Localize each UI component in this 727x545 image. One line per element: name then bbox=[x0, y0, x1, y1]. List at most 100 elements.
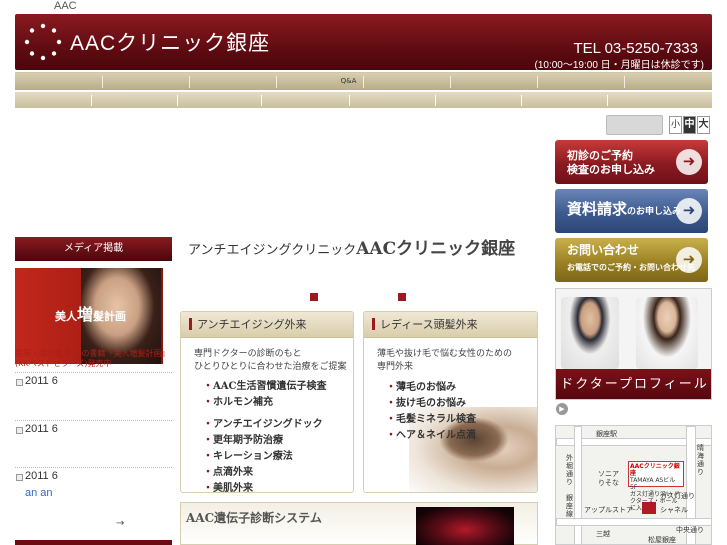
anti-aging-desc-line: 専門ドクターの診断のもと bbox=[194, 349, 302, 359]
phone-number: TEL 03-5250-7333 bbox=[573, 40, 698, 57]
contact-button[interactable]: お問い合わせ お電話でのご予約・お問い合わせ先 ➜ bbox=[555, 238, 708, 282]
map-label-matsuya: 松屋銀座 bbox=[648, 536, 676, 544]
map-label-station: 銀座駅 bbox=[596, 430, 617, 438]
reservation-button[interactable]: 初診のご予約 検査のお申し込み ➜ bbox=[555, 140, 708, 184]
map-note: ガス灯通り沿い ドクターズ・ホールに入口 bbox=[630, 491, 680, 512]
news-date: 2011 6 bbox=[25, 375, 58, 387]
documents-label-main: 資料請求 bbox=[567, 200, 628, 218]
nav-divider bbox=[349, 95, 350, 106]
documents-label: 資料請求のお申し込み bbox=[567, 200, 682, 219]
map-label-bank: りそな bbox=[598, 479, 619, 487]
font-size-large-button[interactable]: 大 bbox=[697, 116, 710, 134]
ladies-hair-heading[interactable]: レディース頭髪外来 bbox=[364, 312, 537, 338]
map-road bbox=[556, 518, 711, 526]
bullet-icon bbox=[16, 427, 23, 434]
media-heading: メディア掲載 bbox=[15, 237, 172, 261]
map-label-mitsukoshi: 三越 bbox=[596, 530, 610, 538]
bullet-icon bbox=[16, 474, 23, 481]
heading-bar-icon bbox=[189, 318, 192, 330]
news-date: 2011 6 bbox=[25, 423, 58, 435]
news-item[interactable]: 2011 6 bbox=[15, 420, 172, 456]
more-arrow-icon[interactable]: → bbox=[116, 518, 124, 529]
square-marker-icon bbox=[398, 293, 406, 301]
list-item[interactable]: 抜け毛のお悩み bbox=[386, 396, 476, 412]
book-title-post: 髪計画 bbox=[93, 310, 127, 323]
map-label-ginza-line: 銀座線 bbox=[566, 494, 573, 518]
ladies-hair-desc-line: 薄毛や抜け毛で悩む女性のための bbox=[377, 349, 513, 359]
list-item[interactable]: 薄毛のお悩み bbox=[386, 380, 476, 396]
anti-aging-heading-label: アンチエイジング外来 bbox=[197, 318, 307, 331]
news-item[interactable]: 2011 6 bbox=[15, 372, 172, 408]
font-size-medium-button[interactable]: 中 bbox=[683, 116, 696, 134]
reservation-label: 初診のご予約 bbox=[567, 149, 633, 162]
documents-label-sub: のお申し込み bbox=[627, 207, 682, 217]
list-item[interactable]: 毛髪ミネラル検査 bbox=[386, 412, 476, 428]
logo-dots-icon bbox=[24, 23, 62, 61]
arrow-right-icon: ➜ bbox=[676, 149, 702, 175]
nav-item-qa[interactable]: Q&A bbox=[0, 77, 697, 85]
anti-aging-desc-line: ひとりひとりに合わせた治療をご提案 bbox=[194, 362, 347, 372]
list-item[interactable]: 更年期予防治療 bbox=[203, 433, 326, 449]
nav-divider bbox=[607, 95, 608, 106]
male-doctor-photo bbox=[561, 297, 619, 369]
map-label-sotobori: 外堀通り bbox=[566, 454, 573, 486]
map-clinic-callout: AACクリニック銀座 TAMAYA ASビル5F ガス灯通り沿い ドクターズ・ホ… bbox=[628, 461, 684, 512]
map-road bbox=[574, 426, 582, 544]
ladies-hair-desc-line: 専門外来 bbox=[377, 362, 414, 372]
nav-divider bbox=[177, 95, 178, 106]
list-item[interactable]: 点滴外来 bbox=[203, 465, 326, 481]
nav-divider bbox=[521, 95, 522, 106]
clinic-location-marker bbox=[642, 502, 656, 514]
anti-aging-box[interactable]: アンチエイジング外来 専門ドクターの診断のもと ひとりひとりに合わせた治療をご提… bbox=[180, 311, 354, 493]
top-brand-label: AAC bbox=[54, 0, 77, 12]
nav-divider bbox=[91, 95, 92, 106]
ladies-hair-desc: 薄毛や抜け毛で悩む女性のための 専門外来 bbox=[377, 348, 512, 374]
list-item[interactable]: アンチエイジングドック bbox=[203, 417, 326, 433]
list-item[interactable]: AAC生活習慣遺伝子検査 bbox=[203, 379, 326, 395]
site-logo[interactable]: AACクリニック銀座 bbox=[70, 27, 270, 57]
access-map[interactable]: 銀座駅 外堀通り 晴海通り 銀座線 ソニア りそな ガス灯通り アップルストア … bbox=[555, 425, 712, 545]
news-link[interactable]: an an bbox=[25, 487, 53, 499]
site-header: AACクリニック銀座 TEL 03-5250-7333 (10:00〜19:00… bbox=[15, 14, 712, 71]
map-building: TAMAYA ASビル5F bbox=[630, 477, 676, 491]
doctor-profile-banner[interactable]: ドクタープロフィール bbox=[555, 288, 712, 400]
anti-aging-list: AAC生活習慣遺伝子検査 ホルモン補充 アンチエイジングドック 更年期予防治療 … bbox=[203, 379, 326, 492]
anti-aging-desc: 専門ドクターの診断のもと ひとりひとりに合わせた治療をご提案 bbox=[194, 348, 346, 374]
bullet-icon bbox=[16, 379, 23, 386]
book-title-big: 増 bbox=[77, 305, 94, 324]
list-item[interactable]: キレーション療法 bbox=[203, 449, 326, 465]
news-date: 2011 6 bbox=[25, 470, 58, 482]
ladies-hair-list: 薄毛のお悩み 抜け毛のお悩み 毛髪ミネラル検査 ヘア＆ネイル点滴 bbox=[386, 380, 476, 444]
ladies-hair-heading-label: レディース頭髪外来 bbox=[380, 318, 478, 331]
dna-image bbox=[416, 507, 514, 545]
map-clinic-name: AACクリニック銀座 bbox=[630, 463, 680, 477]
list-item[interactable]: ヘア＆ネイル点滴 bbox=[386, 428, 476, 444]
nav-divider bbox=[261, 95, 262, 106]
list-item[interactable]: ホルモン補充 bbox=[203, 395, 326, 411]
page-title: アンチエイジングクリニックAACクリニック銀座 bbox=[188, 234, 515, 259]
map-label-chuo: 中央通り bbox=[676, 526, 704, 534]
book-title-pre: 美人 bbox=[55, 310, 77, 323]
request-documents-button[interactable]: 資料請求のお申し込み ➜ bbox=[555, 189, 708, 233]
square-marker-icon bbox=[310, 293, 318, 301]
list-item[interactable]: 美肌外来 bbox=[203, 481, 326, 492]
arrow-right-icon: ➜ bbox=[676, 198, 702, 224]
play-icon[interactable]: ▶ bbox=[556, 403, 568, 415]
tagline: アンチエイジングクリニック bbox=[188, 243, 357, 258]
map-label-apple: アップルストア bbox=[584, 506, 633, 514]
arrow-right-icon: ➜ bbox=[676, 247, 702, 273]
book-title: 美人増髪計画 bbox=[55, 301, 126, 325]
reservation-sublabel: 検査のお申し込み bbox=[567, 163, 655, 176]
anti-aging-heading[interactable]: アンチエイジング外来 bbox=[181, 312, 353, 338]
ladies-hair-box[interactable]: レディース頭髪外来 薄毛や抜け毛で悩む女性のための 専門外来 薄毛のお悩み 抜け… bbox=[363, 311, 538, 493]
book-caption[interactable]: 院長・浜中聡子 著の書籍『美人増髪計画』(KKベストセラーズ)発売中 bbox=[15, 349, 175, 369]
search-input[interactable] bbox=[606, 115, 663, 135]
opening-hours: (10:00〜19:00 日・月曜日は休診です) bbox=[534, 60, 705, 71]
doctor-profile-label: ドクタープロフィール bbox=[556, 369, 711, 399]
nav-divider bbox=[435, 95, 436, 106]
font-size-small-button[interactable]: 小 bbox=[669, 116, 682, 134]
map-label-harumi: 晴海通り bbox=[697, 444, 704, 476]
gene-diagnosis-title: AAC遺伝子診断システム bbox=[186, 511, 322, 525]
sidebar-footer-bar bbox=[15, 540, 172, 545]
heading-bar-icon bbox=[372, 318, 375, 330]
